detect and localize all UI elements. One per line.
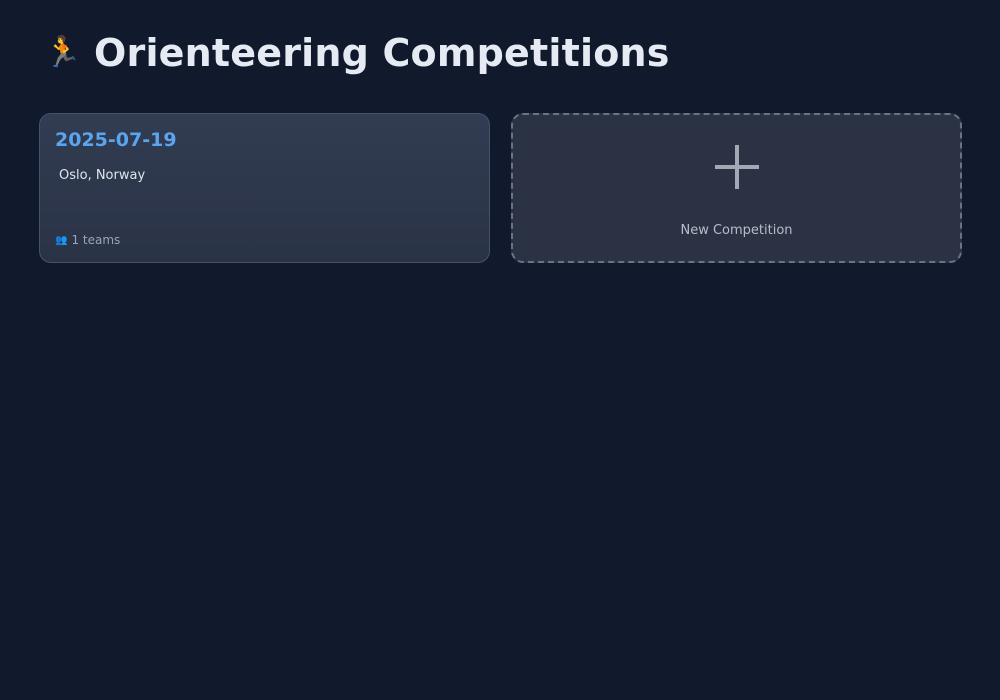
- page-header: 🏃 Orienteering Competitions: [44, 30, 670, 76]
- page-title: Orienteering Competitions: [94, 31, 670, 75]
- competition-location: Oslo, Norway: [59, 168, 146, 183]
- competition-card[interactable]: 2025-07-19 Oslo, Norway 👥 1 teams: [39, 113, 490, 263]
- teams-icon: 👥: [55, 234, 68, 246]
- competition-teams: 👥 1 teams: [55, 233, 120, 247]
- new-competition-button[interactable]: New Competition: [511, 113, 962, 263]
- plus-icon: [714, 145, 759, 189]
- new-competition-label: New Competition: [680, 223, 793, 238]
- competition-grid: 2025-07-19 Oslo, Norway 👥 1 teams New Co…: [39, 113, 962, 263]
- competition-date: 2025-07-19: [55, 129, 177, 151]
- teams-count: 1 teams: [71, 233, 121, 247]
- runner-icon: 🏃: [44, 35, 82, 70]
